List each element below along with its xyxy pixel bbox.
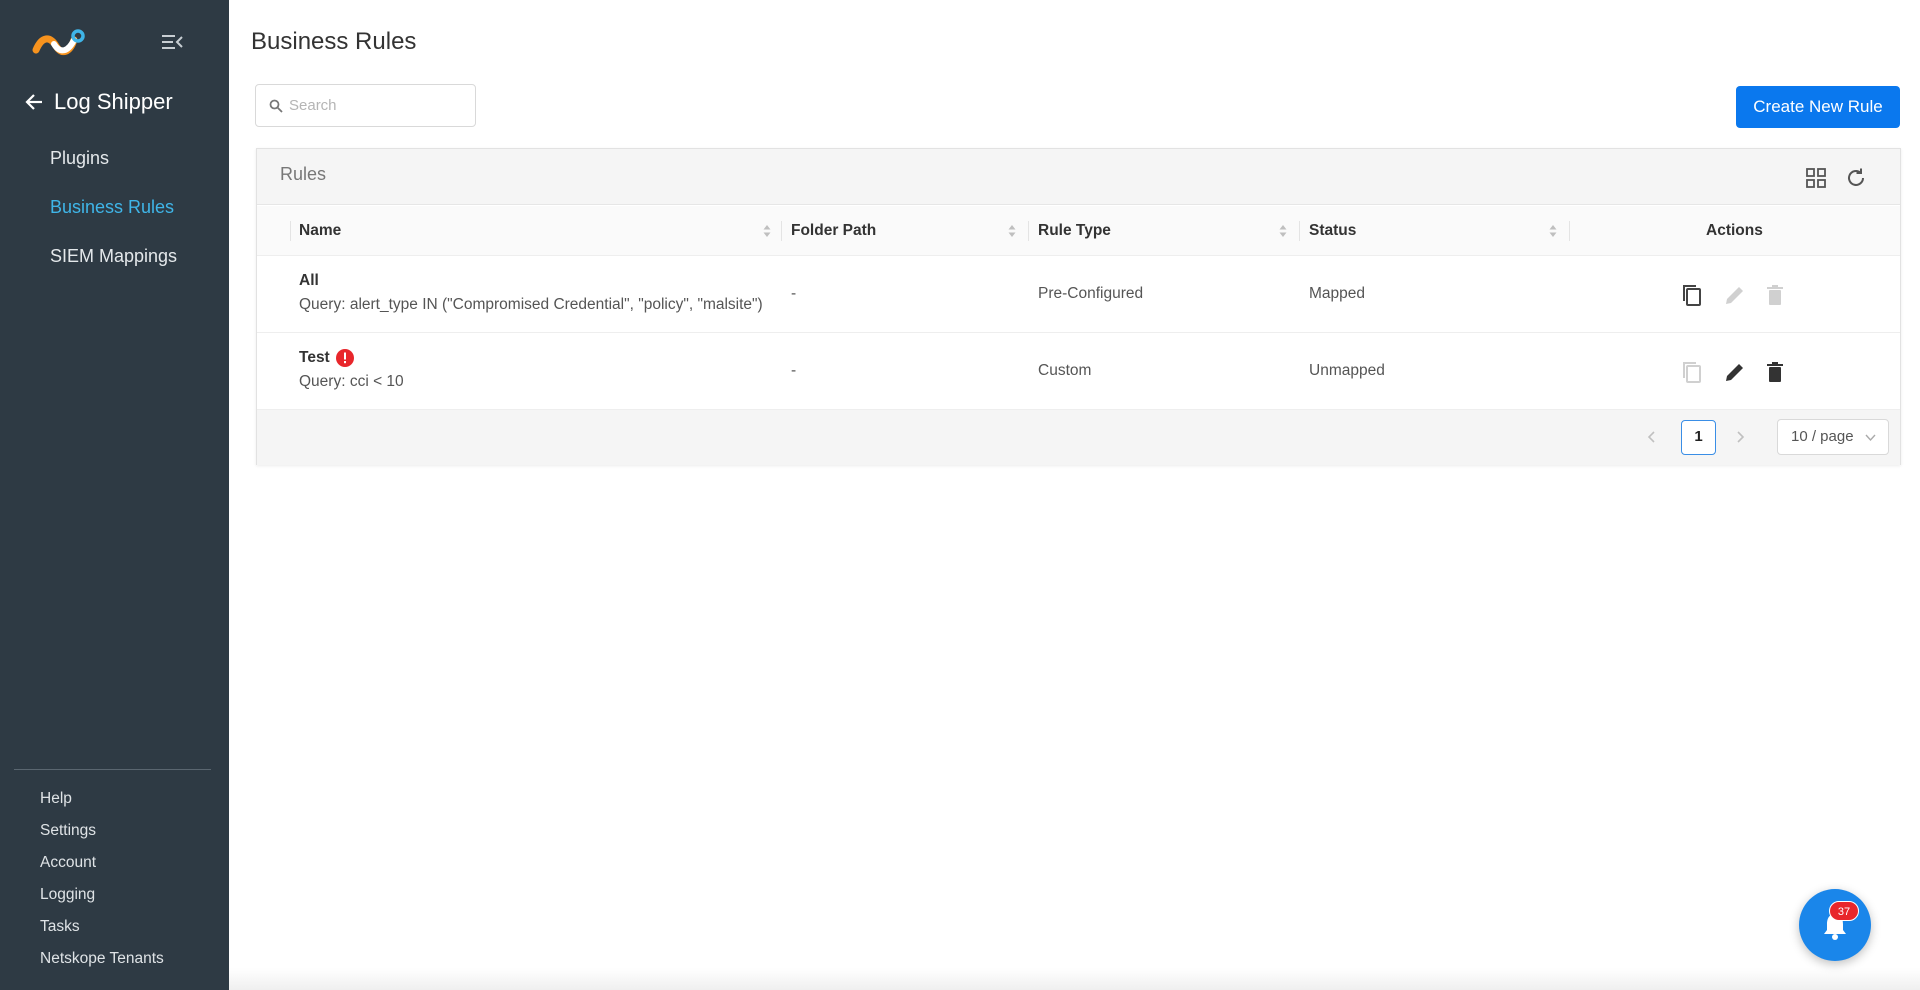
page-number-current[interactable]: 1 bbox=[1681, 420, 1716, 455]
pagination: 1 10 / page bbox=[257, 410, 1900, 465]
column-separator bbox=[1299, 221, 1300, 241]
collapse-menu-icon[interactable] bbox=[160, 32, 184, 52]
rule-name: Test bbox=[299, 349, 354, 367]
sort-icon[interactable] bbox=[1008, 224, 1016, 238]
sidebar-item-plugins[interactable]: Plugins bbox=[0, 140, 229, 189]
rule-type-cell: Custom bbox=[1038, 362, 1092, 379]
prev-page-icon[interactable] bbox=[1645, 428, 1659, 446]
delete-icon bbox=[1767, 285, 1783, 305]
edit-icon bbox=[1726, 287, 1743, 304]
notification-count-badge: 37 bbox=[1829, 901, 1859, 921]
folder-path-cell: - bbox=[791, 285, 797, 302]
sidebar-item-business-rules[interactable]: Business Rules bbox=[0, 189, 229, 238]
sort-icon[interactable] bbox=[1549, 224, 1557, 238]
rule-query: Query: cci < 10 bbox=[299, 373, 404, 390]
sidebar-nav: Plugins Business Rules SIEM Mappings bbox=[0, 140, 229, 287]
notifications-button[interactable]: 37 bbox=[1799, 889, 1871, 961]
column-separator bbox=[290, 221, 291, 241]
sidebar-item-netskope-tenants[interactable]: Netskope Tenants bbox=[0, 947, 229, 979]
grid-view-icon[interactable] bbox=[1805, 167, 1827, 189]
bottom-edge bbox=[229, 968, 1920, 990]
sidebar: Log Shipper Plugins Business Rules SIEM … bbox=[0, 0, 229, 990]
column-header-rule-type[interactable]: Rule Type bbox=[1038, 206, 1111, 256]
column-header-folder-path[interactable]: Folder Path bbox=[791, 206, 876, 256]
chevron-down-icon bbox=[1865, 434, 1876, 442]
column-header-name[interactable]: Name bbox=[299, 206, 341, 256]
search-input[interactable] bbox=[289, 97, 459, 114]
table-row: All Query: alert_type IN ("Compromised C… bbox=[257, 256, 1900, 333]
column-separator bbox=[1028, 221, 1029, 241]
column-header-actions: Actions bbox=[1706, 222, 1763, 239]
rules-card-header: Rules bbox=[257, 149, 1900, 205]
table-row: Test Query: cci < 10 - Custom Unmapped bbox=[257, 333, 1900, 410]
rule-name-cell: Test Query: cci < 10 bbox=[299, 349, 404, 391]
column-separator bbox=[781, 221, 782, 241]
next-page-icon[interactable] bbox=[1733, 428, 1747, 446]
rules-card: Rules Name Folder Path Rule Type Status … bbox=[256, 148, 1901, 465]
sort-icon[interactable] bbox=[763, 224, 771, 238]
rule-name-text: Test bbox=[299, 349, 330, 366]
refresh-icon[interactable] bbox=[1845, 167, 1867, 189]
copy-icon bbox=[1683, 362, 1701, 383]
rule-name-text: All bbox=[299, 272, 319, 289]
search-icon bbox=[269, 99, 283, 113]
table-header: Name Folder Path Rule Type Status Action… bbox=[257, 206, 1900, 256]
rules-card-title: Rules bbox=[280, 164, 327, 184]
search-box[interactable] bbox=[255, 84, 476, 127]
sidebar-item-settings[interactable]: Settings bbox=[0, 819, 229, 851]
rule-type-cell: Pre-Configured bbox=[1038, 285, 1144, 302]
rule-query: Query: alert_type IN ("Compromised Crede… bbox=[299, 296, 763, 313]
sidebar-item-tasks[interactable]: Tasks bbox=[0, 915, 229, 947]
rule-name: All bbox=[299, 272, 319, 290]
rule-name-cell: All Query: alert_type IN ("Compromised C… bbox=[299, 272, 763, 314]
status-cell: Mapped bbox=[1309, 285, 1366, 302]
create-new-rule-button[interactable]: Create New Rule bbox=[1736, 86, 1900, 128]
netskope-logo[interactable] bbox=[30, 26, 86, 58]
page-title: Business Rules bbox=[251, 28, 417, 55]
error-icon[interactable] bbox=[335, 349, 354, 367]
sidebar-item-help[interactable]: Help bbox=[0, 787, 229, 819]
section-title: Log Shipper bbox=[54, 89, 173, 114]
status-cell: Unmapped bbox=[1309, 362, 1385, 379]
sidebar-item-siem-mappings[interactable]: SIEM Mappings bbox=[0, 238, 229, 287]
sidebar-item-logging[interactable]: Logging bbox=[0, 883, 229, 915]
sidebar-divider bbox=[14, 769, 211, 770]
sort-icon[interactable] bbox=[1279, 224, 1287, 238]
back-to-log-shipper[interactable]: Log Shipper bbox=[24, 86, 173, 118]
page-size-value: 10 / page bbox=[1791, 428, 1854, 445]
delete-icon[interactable] bbox=[1762, 359, 1788, 385]
page-size-select[interactable]: 10 / page bbox=[1777, 419, 1889, 455]
column-header-status[interactable]: Status bbox=[1309, 206, 1356, 256]
copy-icon[interactable] bbox=[1679, 282, 1705, 308]
folder-path-cell: - bbox=[791, 362, 797, 379]
edit-icon[interactable] bbox=[1722, 359, 1748, 385]
arrow-left-icon bbox=[25, 94, 42, 110]
sidebar-item-account[interactable]: Account bbox=[0, 851, 229, 883]
column-separator bbox=[1569, 221, 1570, 241]
sidebar-bottom-nav: Help Settings Account Logging Tasks Nets… bbox=[0, 787, 229, 979]
